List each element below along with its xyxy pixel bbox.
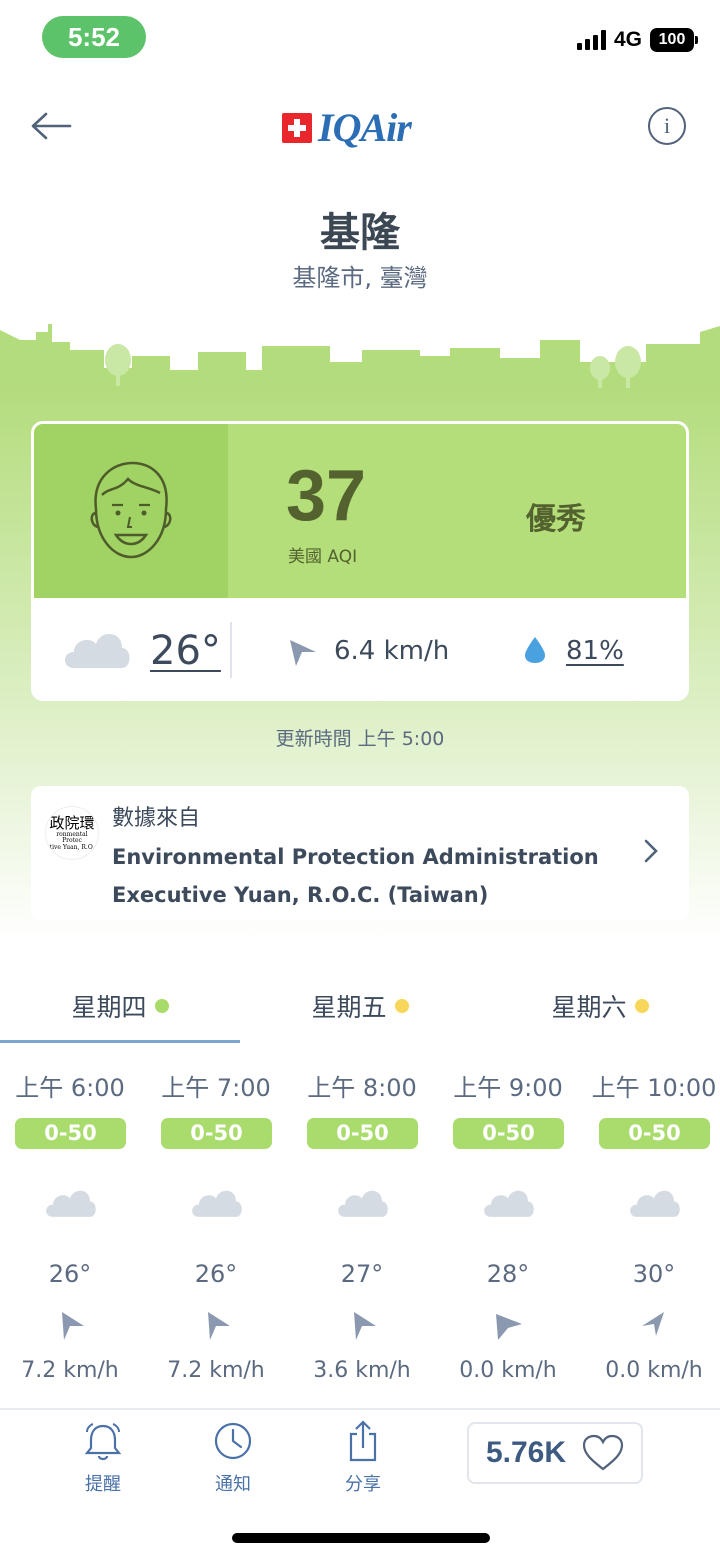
aqi-value: 37 (286, 456, 367, 536)
aqi-summary: 37 美國 AQI 優秀 (34, 424, 686, 598)
current-wind-speed: 6.4 km/h (334, 636, 450, 666)
share-icon (349, 1420, 377, 1462)
home-indicator (232, 1533, 490, 1543)
wind-direction-icon (642, 1312, 664, 1336)
current-temperature[interactable]: 26° (150, 628, 221, 674)
info-icon: i (663, 113, 671, 138)
arrow-left-icon (31, 112, 72, 140)
favorite-button[interactable]: 5.76K (467, 1422, 643, 1484)
likes-count: 5.76K (485, 1436, 567, 1469)
wind-direction-icon (208, 1312, 230, 1340)
iqair-logo: IQAir (282, 104, 412, 151)
source-logo: 政院環 ronmental Protec tive Yuan, R.O. (45, 806, 99, 860)
status-indicators: 4G 100 (576, 28, 698, 52)
active-tab-indicator (0, 1040, 240, 1043)
aqi-dot (394, 999, 409, 1013)
cloud-icon (192, 1190, 242, 1217)
tab-saturday[interactable]: 星期六 (480, 980, 720, 1042)
clock-icon (214, 1422, 252, 1460)
divider (230, 622, 232, 678)
cloud-icon (46, 1190, 96, 1217)
updated-time: 更新時間 上午 5:00 (275, 728, 445, 750)
cloud-icon (65, 633, 130, 668)
wind-direction-icon (354, 1312, 376, 1340)
face-icon-box (34, 424, 228, 598)
hour-item: 上午 8:00 0-50 27° 3.6 km/h (307, 1074, 418, 1383)
aqi-range-badge: 0-50 (599, 1118, 710, 1149)
aqi-range-badge: 0-50 (453, 1118, 564, 1149)
battery-icon: 100 (650, 28, 698, 52)
notify-button[interactable]: 通知 (193, 1420, 273, 1496)
humidity-drop-icon (525, 637, 545, 663)
tab-thursday[interactable]: 星期四 (0, 980, 240, 1042)
aqi-label: 美國 AQI (288, 547, 358, 567)
hour-item: 上午 9:00 0-50 28° 0.0 km/h (453, 1074, 564, 1383)
cloud-icon (338, 1190, 388, 1217)
back-button[interactable] (28, 106, 74, 146)
cloud-icon (484, 1190, 534, 1217)
city-skyline-illustration (0, 324, 720, 390)
share-button[interactable]: 分享 (323, 1420, 403, 1496)
cloud-icon (630, 1190, 680, 1217)
wind-direction-icon (62, 1312, 84, 1340)
aqi-card[interactable]: 37 美國 AQI 優秀 26° 6.4 km/h 81% (31, 421, 689, 701)
aqi-range-badge: 0-50 (161, 1118, 272, 1149)
chevron-right-icon (644, 839, 658, 863)
hour-item: 上午 6:00 0-50 26° 7.2 km/h (15, 1074, 126, 1383)
source-label: 數據來自 (112, 806, 201, 831)
swiss-flag-icon (282, 112, 312, 143)
info-button[interactable]: i (648, 107, 686, 145)
network-type: 4G (613, 28, 642, 51)
aqi-range-badge: 0-50 (15, 1118, 126, 1149)
wind-direction-icon (290, 640, 316, 666)
current-weather: 26° 6.4 km/h 81% (34, 598, 686, 698)
hour-item: 上午 10:00 0-50 30° 0.0 km/h (591, 1074, 717, 1383)
bell-icon (84, 1423, 122, 1461)
current-humidity[interactable]: 81% (566, 636, 624, 666)
city-name: 基隆 (320, 210, 400, 256)
hour-item: 上午 7:00 0-50 26° 7.2 km/h (161, 1074, 272, 1383)
status-time: 5:52 (42, 16, 146, 58)
day-tabs: 星期四 星期五 星期六 (0, 980, 720, 1042)
data-source-card[interactable]: 政院環 ronmental Protec tive Yuan, R.O. 數據來… (31, 786, 689, 920)
aqi-range-badge: 0-50 (307, 1118, 418, 1149)
aqi-status: 優秀 (526, 502, 586, 537)
source-name: Environmental Protection Administration … (112, 845, 599, 907)
aqi-dot (634, 999, 649, 1013)
alert-button[interactable]: 提醒 (63, 1420, 143, 1496)
city-region: 基隆市, 臺灣 (292, 264, 428, 292)
signal-icon (576, 30, 606, 50)
happy-face-icon (90, 461, 172, 559)
wind-direction-icon (496, 1314, 522, 1340)
tab-friday[interactable]: 星期五 (240, 980, 480, 1042)
heart-icon (582, 1434, 624, 1471)
brand-name: IQAir (318, 105, 412, 150)
aqi-dot (154, 999, 169, 1013)
